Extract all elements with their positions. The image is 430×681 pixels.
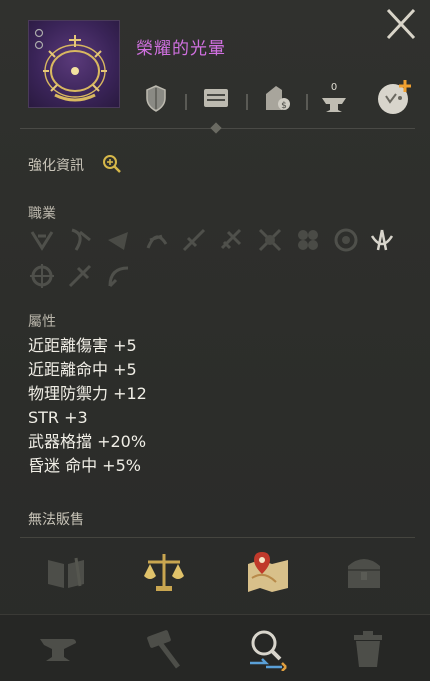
class-1-icon: [28, 226, 56, 254]
separator: [246, 94, 248, 110]
anvil-count: 0: [331, 82, 337, 93]
class-5-icon: [180, 226, 208, 254]
scales-icon[interactable]: [140, 548, 188, 596]
attribute-line: 武器格擋 +20%: [28, 432, 147, 451]
classes-title: 職業: [28, 206, 56, 222]
class-6-icon: [218, 226, 246, 254]
attribute-line: 近距離命中 +5: [28, 360, 137, 379]
enhance-info-label: 強化資訊: [28, 158, 84, 174]
bag-hand-icon[interactable]: $: [258, 80, 294, 116]
class-12-icon: [66, 262, 94, 290]
class-13-icon: [104, 262, 132, 290]
class-7-icon: [256, 226, 284, 254]
item-action-row: [0, 548, 430, 604]
anvil-icon[interactable]: [36, 627, 80, 671]
anvil-zero-icon[interactable]: 0: [316, 80, 352, 116]
trash-icon[interactable]: [346, 627, 390, 671]
chest-icon[interactable]: [340, 548, 388, 596]
zoom-in-icon[interactable]: [102, 154, 122, 174]
item-name: 榮耀的光暈: [136, 39, 226, 59]
magnify-swap-icon[interactable]: [246, 627, 290, 672]
section-divider: [20, 537, 415, 538]
close-button[interactable]: [380, 6, 420, 42]
attribute-line: STR +3: [28, 408, 88, 427]
book-icon[interactable]: [42, 548, 90, 596]
item-header-icons: $ 0: [130, 80, 420, 120]
class-9-icon: [332, 226, 360, 254]
attribute-line: 物理防禦力 +12: [28, 384, 147, 403]
attribute-line: 近距離傷害 +5: [28, 336, 137, 355]
svg-text:$: $: [281, 101, 287, 111]
class-3-icon: [104, 226, 132, 254]
class-8-icon: [294, 226, 322, 254]
shield-icon[interactable]: [138, 80, 174, 116]
attribute-line: 昏迷 命中 +5%: [28, 456, 141, 475]
class-2-icon: [66, 226, 94, 254]
card-icon[interactable]: [198, 80, 234, 116]
chat-add-icon[interactable]: [374, 76, 416, 118]
cannot-sell-label: 無法販售: [28, 512, 84, 528]
item-tooltip-panel: 榮耀的光暈 $ 0 強化資訊 職業 屬性 近距離傷害 +5 近距離命中 +5 物…: [0, 0, 430, 681]
radiant-halo-crown-icon: [28, 20, 120, 108]
divider-ornament: [210, 122, 222, 134]
separator: [185, 94, 187, 110]
class-4-icon: [142, 226, 170, 254]
attribute-list: 近距離傷害 +5 近距離命中 +5 物理防禦力 +12 STR +3 武器格擋 …: [28, 334, 147, 478]
separator: [306, 94, 308, 110]
attributes-title: 屬性: [28, 314, 56, 330]
class-10-icon: [368, 226, 396, 254]
hammer-icon[interactable]: [142, 627, 186, 671]
map-icon[interactable]: [244, 548, 292, 596]
bottom-toolbar: [0, 614, 430, 681]
close-icon: [386, 8, 416, 40]
class-11-icon: [28, 262, 56, 290]
